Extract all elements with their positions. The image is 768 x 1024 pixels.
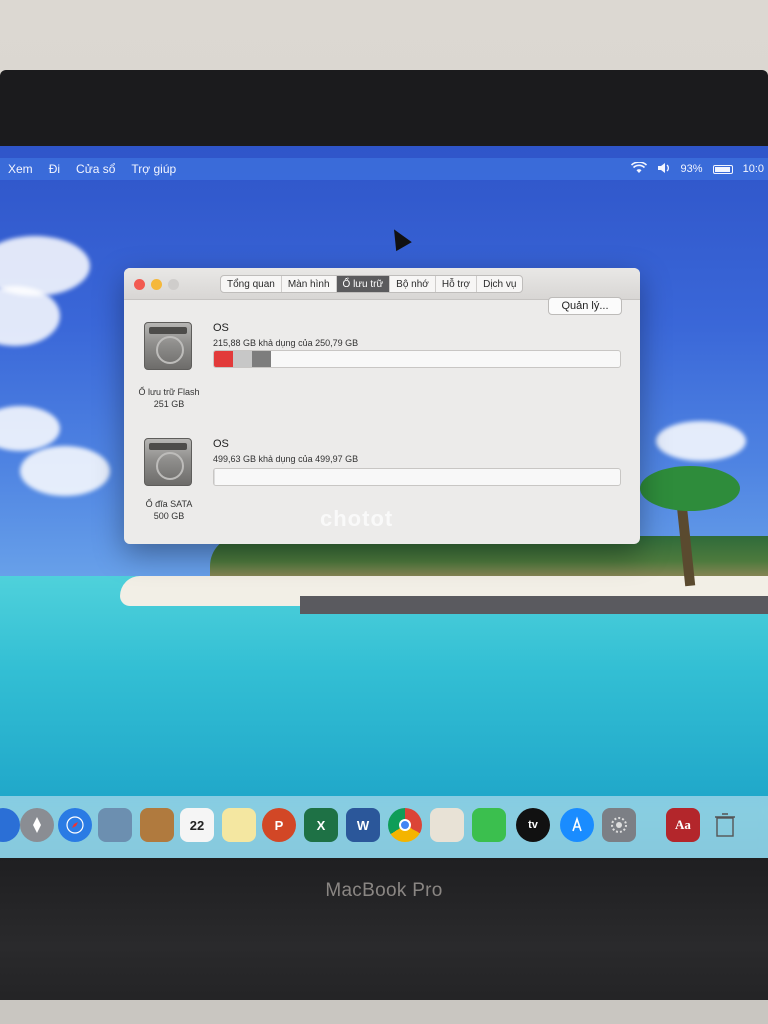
- tab-storage[interactable]: Ổ lưu trữ: [336, 276, 391, 292]
- pier: [300, 596, 768, 614]
- storage-usage-bar: [213, 350, 621, 368]
- app-store-icon[interactable]: [560, 808, 594, 842]
- volume-availability: 499,63 GB khả dụng của 499,97 GB: [213, 454, 359, 464]
- watermark-text: chotot: [320, 506, 394, 531]
- sata-drive-icon: [144, 438, 192, 486]
- drive-capacity-label: 500 GB: [153, 511, 185, 521]
- flash-drive-icon: [144, 322, 192, 370]
- battery-percent: 93%: [680, 163, 703, 175]
- paintbrush-icon[interactable]: [430, 808, 464, 842]
- volume-icon[interactable]: [657, 162, 671, 177]
- calendar-day: 22: [189, 817, 205, 833]
- about-this-mac-window: Tổng quan Màn hình Ổ lưu trữ Bộ nhớ Hỗ t…: [124, 268, 640, 544]
- stickies-icon[interactable]: [222, 808, 256, 842]
- desk-surface: [0, 1000, 768, 1024]
- launchpad-icon[interactable]: [20, 808, 54, 842]
- word-icon[interactable]: W: [346, 808, 380, 842]
- chrome-icon[interactable]: [388, 808, 422, 842]
- preview-icon[interactable]: [98, 808, 132, 842]
- drive-capacity-label: 251 GB: [153, 399, 185, 409]
- storage-segment: [214, 351, 233, 367]
- notes-icon[interactable]: [140, 808, 174, 842]
- apple-tv-icon[interactable]: tv: [516, 808, 550, 842]
- zoom-button[interactable]: [168, 279, 179, 290]
- drive-type-label: Ổ lưu trữ Flash: [138, 387, 200, 397]
- mouse-pointer-icon: [386, 224, 412, 252]
- menu-item-help[interactable]: Trợ giúp: [123, 162, 184, 176]
- cloud: [20, 446, 110, 496]
- dictionary-icon[interactable]: Aa: [666, 808, 700, 842]
- cloud: [0, 286, 60, 346]
- tab-service[interactable]: Dịch vụ: [477, 276, 522, 292]
- window-titlebar: Tổng quan Màn hình Ổ lưu trữ Bộ nhớ Hỗ t…: [124, 268, 640, 300]
- apple-tv-label: tv: [528, 819, 538, 831]
- calendar-icon[interactable]: 22: [180, 808, 214, 842]
- safari-icon[interactable]: [58, 808, 92, 842]
- volume-name: OS: [213, 322, 229, 334]
- powerpoint-icon[interactable]: P: [262, 808, 296, 842]
- trash-icon[interactable]: [708, 808, 742, 842]
- tab-memory[interactable]: Bộ nhớ: [390, 276, 436, 292]
- tab-displays[interactable]: Màn hình: [282, 276, 337, 292]
- volume-name: OS: [213, 438, 229, 450]
- storage-segment: [232, 351, 252, 367]
- system-preferences-icon[interactable]: [602, 808, 636, 842]
- manage-button[interactable]: Quản lý...: [548, 297, 622, 315]
- tab-support[interactable]: Hỗ trợ: [436, 276, 478, 292]
- wifi-icon[interactable]: [630, 160, 647, 177]
- storage-row-flash: Ổ lưu trữ Flash 251 GB OS 215,88 GB khả …: [124, 297, 640, 416]
- cloud: [656, 421, 746, 461]
- storage-segment: [251, 351, 271, 367]
- menu-bar: Xem Đi Cửa sổ Trợ giúp 93% 10:0: [0, 158, 768, 180]
- status-area: 93% 10:0: [630, 158, 768, 180]
- volume-availability: 215,88 GB khả dụng của 250,79 GB: [213, 338, 359, 348]
- menu-clock[interactable]: 10:0: [743, 163, 764, 175]
- menu-item-window[interactable]: Cửa sổ: [68, 162, 123, 176]
- excel-icon[interactable]: X: [304, 808, 338, 842]
- palm-leaves: [640, 466, 740, 511]
- partial-app-icon[interactable]: [0, 808, 20, 842]
- storage-usage-bar: [213, 468, 621, 486]
- facetime-icon[interactable]: [472, 808, 506, 842]
- dictionary-label: Aa: [675, 817, 691, 832]
- tab-overview[interactable]: Tổng quan: [221, 276, 282, 292]
- drive-type-label: Ổ đĩa SATA: [145, 499, 193, 509]
- cloud: [0, 406, 60, 451]
- battery-icon[interactable]: [712, 164, 733, 174]
- menu-item-view[interactable]: Xem: [0, 162, 41, 176]
- menu-item-go[interactable]: Đi: [41, 162, 68, 176]
- window-controls: [134, 279, 179, 290]
- laptop-brand-label: MacBook Pro: [325, 880, 443, 901]
- desktop-screen: Xem Đi Cửa sổ Trợ giúp 93% 10:0 Tổng qua…: [0, 146, 768, 858]
- dock: 22 P X W tv Aa: [0, 796, 768, 858]
- minimize-button[interactable]: [151, 279, 162, 290]
- tab-bar: Tổng quan Màn hình Ổ lưu trữ Bộ nhớ Hỗ t…: [220, 275, 524, 293]
- close-button[interactable]: [134, 279, 145, 290]
